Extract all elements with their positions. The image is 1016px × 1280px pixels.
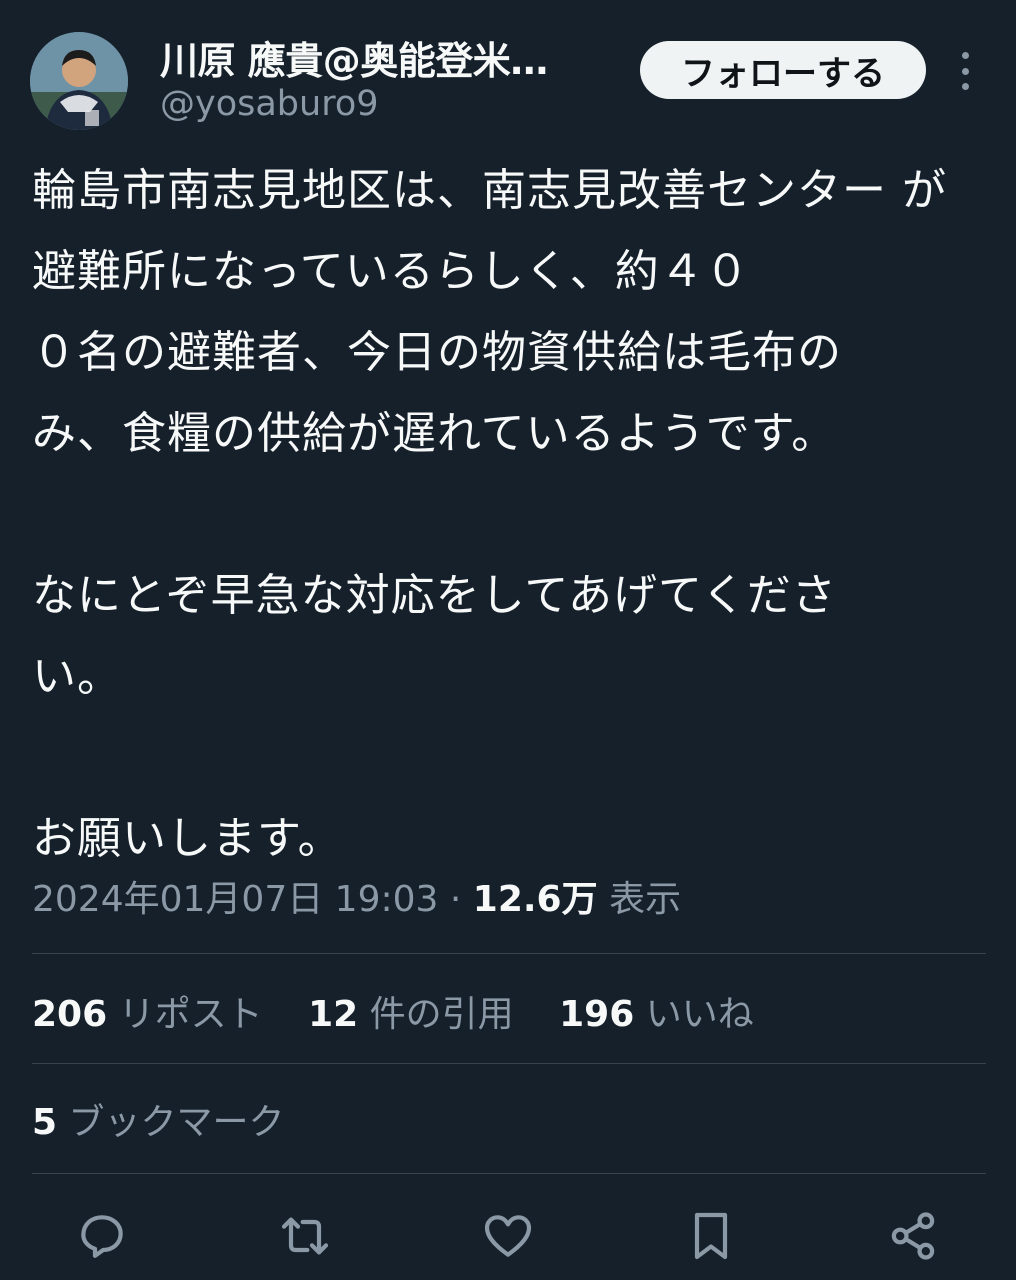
meta-separator: · (449, 879, 473, 920)
author-handle[interactable]: @yosaburo9 (160, 84, 379, 124)
divider (32, 1173, 986, 1174)
follow-button[interactable]: フォローする (640, 41, 926, 99)
tweet-text: 輪島市南志見地区は、南志見改善センター が避難所になっているらしく、約４０ ０名… (32, 165, 947, 864)
quotes-stat[interactable]: 12 件の引用 (308, 985, 514, 1037)
share-icon[interactable] (885, 1208, 941, 1264)
reply-icon[interactable] (74, 1208, 130, 1264)
reposts-stat[interactable]: 206 リポスト (32, 985, 263, 1037)
repost-icon[interactable] (277, 1208, 333, 1264)
bookmark-icon[interactable] (683, 1208, 739, 1264)
tweet-header: 川原 應貴@奥能登米… @yosaburo9 フォローする (0, 0, 1016, 140)
action-bar (0, 1200, 1016, 1270)
divider (32, 953, 986, 954)
engagement-stats: 206 リポスト 12 件の引用 196 いいね (32, 985, 788, 1037)
views-label: 表示 (609, 879, 682, 920)
views-count: 12.6万 (472, 879, 598, 920)
avatar[interactable] (30, 32, 128, 130)
more-options-icon[interactable] (950, 46, 980, 96)
tweet-datetime[interactable]: 2024年01月07日 19:03 (32, 879, 438, 920)
like-icon[interactable] (480, 1208, 536, 1264)
author-display-name[interactable]: 川原 應貴@奥能登米… (160, 30, 600, 85)
bookmarks-stat[interactable]: 5 ブックマーク (32, 1093, 285, 1145)
tweet-meta: 2024年01月07日 19:03 · 12.6万 表示 (32, 870, 681, 922)
likes-stat[interactable]: 196 いいね (559, 985, 754, 1037)
divider (32, 1063, 986, 1064)
